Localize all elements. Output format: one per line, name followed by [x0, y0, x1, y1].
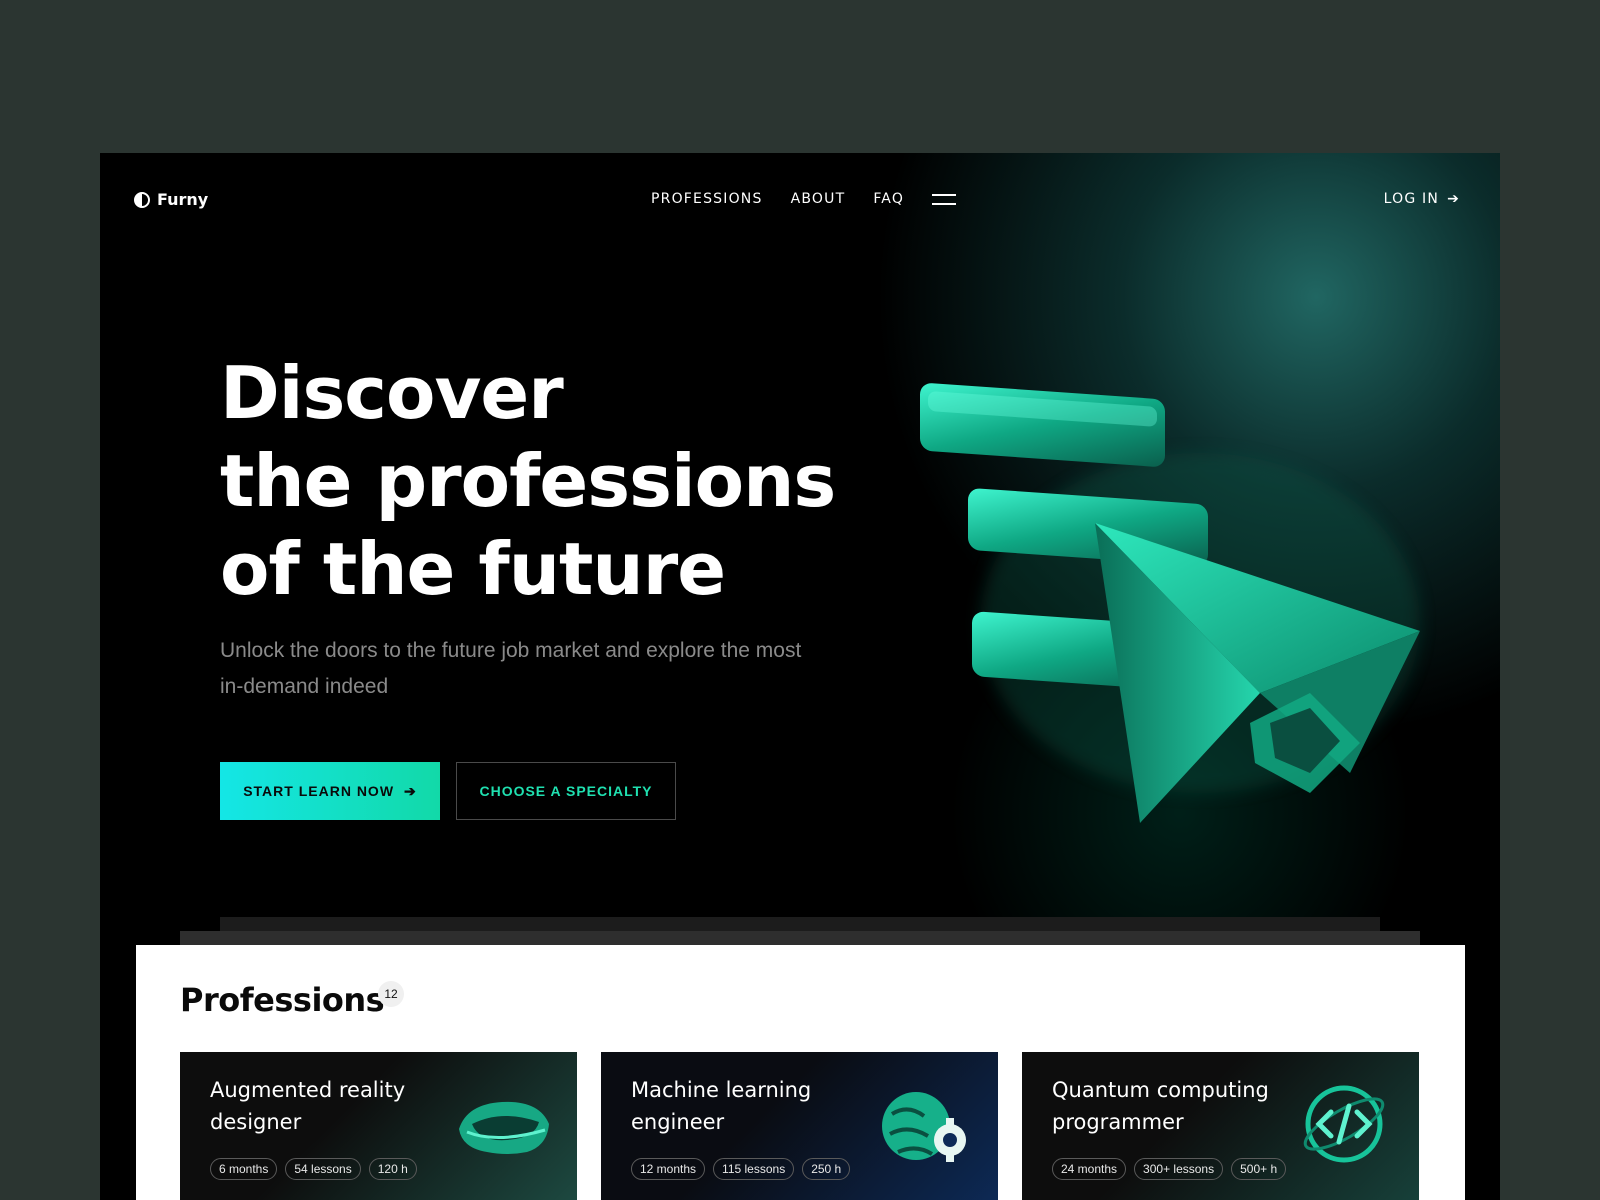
duration-tag: 12 months [631, 1158, 706, 1180]
professions-section: Professions 12 Augmented reality designe… [136, 945, 1465, 1200]
professions-count-badge: 12 [378, 981, 404, 1007]
profession-card[interactable]: Augmented reality designer 6 months 54 l… [180, 1052, 577, 1200]
login-link[interactable]: LOG IN ➔ [1384, 191, 1460, 207]
profession-tags: 12 months 115 lessons 250 h [631, 1158, 851, 1180]
choose-specialty-label: CHOOSE A SPECIALTY [479, 783, 653, 799]
login-label: LOG IN [1383, 191, 1440, 207]
code-orb-icon [1303, 1085, 1385, 1163]
arrow-right-icon: ➔ [1447, 191, 1460, 207]
professions-title: Professions [180, 981, 385, 1019]
profession-card-title: Machine learning engineer [631, 1078, 812, 1134]
profession-tags: 6 months 54 lessons 120 h [210, 1158, 417, 1180]
profession-tags: 24 months 300+ lessons 500+ h [1052, 1158, 1287, 1180]
lessons-tag: 300+ lessons [1134, 1158, 1224, 1180]
hours-tag: 500+ h [1231, 1158, 1287, 1180]
arrow-right-icon: ➔ [404, 782, 417, 799]
hero-title-line: of the future [220, 527, 726, 611]
start-learn-label: START LEARN NOW [243, 783, 395, 799]
nav-link-faq[interactable]: FAQ [873, 191, 904, 207]
lessons-tag: 115 lessons [713, 1158, 795, 1180]
logo[interactable]: Furny [134, 190, 208, 209]
start-learn-button[interactable]: START LEARN NOW ➔ [220, 762, 440, 820]
hero-title-line: the professions [220, 439, 836, 523]
profession-card[interactable]: Quantum computing programmer 24 months 3… [1022, 1052, 1419, 1200]
duration-tag: 24 months [1052, 1158, 1127, 1180]
hero-title: Discover the professions of the future [220, 349, 920, 613]
hours-tag: 250 h [802, 1158, 851, 1180]
hero-title-line: Discover [220, 351, 564, 435]
profession-card-title: Quantum computing programmer [1052, 1078, 1269, 1134]
duration-tag: 6 months [210, 1158, 278, 1180]
vr-headset-icon [459, 1101, 549, 1154]
choose-specialty-button[interactable]: CHOOSE A SPECIALTY [456, 762, 676, 820]
profession-card-title: Augmented reality designer [210, 1078, 406, 1134]
lessons-tag: 54 lessons [285, 1158, 361, 1180]
brand-name: Furny [157, 190, 209, 209]
nav-link-professions[interactable]: PROFESSIONS [651, 191, 763, 207]
main-nav: PROFESSIONS ABOUT FAQ [651, 191, 957, 207]
hero-subtitle: Unlock the doors to the future job marke… [220, 639, 802, 698]
menu-icon[interactable] [932, 193, 957, 205]
hours-tag: 120 h [368, 1158, 417, 1180]
paper-plane-illustration-icon [920, 383, 1420, 823]
half-circle-logo-icon [134, 191, 150, 208]
profession-card[interactable]: Machine learning engineer 12 months 115 … [601, 1052, 998, 1200]
brain-gear-icon [882, 1092, 966, 1162]
nav-link-about[interactable]: ABOUT [791, 191, 846, 207]
